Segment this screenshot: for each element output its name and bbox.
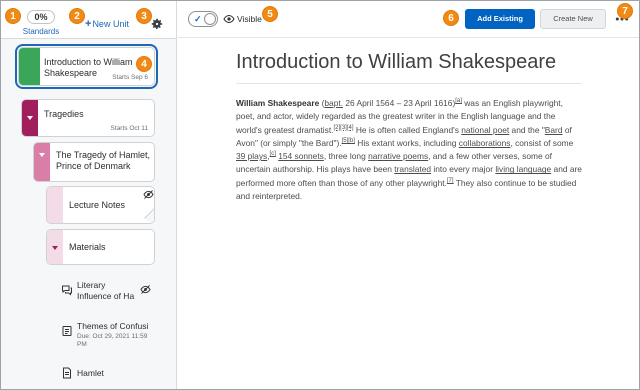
callout-marker: 1 (5, 8, 21, 24)
unit-card-date: Starts Sep 6 (112, 74, 148, 81)
text-run: into every major (431, 164, 496, 175)
lesson-card-title: The Tragedy of Hamlet, Prince of Denmark (56, 150, 151, 171)
ref-a[interactable]: [a] (455, 98, 462, 104)
link-translated[interactable]: translated (394, 164, 431, 174)
callout-marker: 4 (136, 56, 152, 72)
link-narrative-poems[interactable]: narrative poems (368, 151, 428, 161)
callout-marker: 5 (262, 6, 278, 22)
standards-button[interactable]: 0% Standards (19, 7, 63, 36)
callout-marker: 7 (617, 3, 633, 19)
content-panel: ✓ Visible Add Existing Create New Introd… (178, 1, 639, 389)
new-unit-label: New Unit (92, 19, 129, 29)
ref-5b[interactable]: [5][b] (342, 138, 355, 144)
gear-icon[interactable] (150, 17, 164, 31)
caret-down-icon[interactable] (52, 246, 58, 250)
check-icon: ✓ (194, 14, 202, 24)
ref-7[interactable]: [7] (447, 178, 454, 184)
link-154-sonnets[interactable]: 154 sonnets (278, 151, 324, 161)
folder-card-lecture-notes[interactable]: Lecture Notes (46, 186, 155, 224)
activity-link-themes[interactable]: Themes of Confusi (77, 321, 149, 332)
folder-color-stripe (47, 187, 63, 223)
text-run: His extant works, including (354, 137, 459, 148)
text-run: , consist of some (510, 137, 574, 148)
discussion-icon (62, 285, 72, 296)
create-new-button[interactable]: Create New (540, 9, 606, 29)
hidden-eye-icon (140, 285, 151, 294)
toggle-knob (204, 13, 216, 25)
assignment-icon (62, 326, 72, 336)
lesson-color-stripe (34, 143, 50, 181)
ref-c[interactable]: [c] (270, 151, 276, 157)
activity-link-hamlet[interactable]: Hamlet (77, 368, 104, 379)
unit-color-stripe (22, 100, 38, 136)
caret-down-icon[interactable] (27, 116, 33, 120)
link-collaborations[interactable]: collaborations (459, 138, 511, 148)
text-run: , three long (323, 151, 369, 162)
standards-label: Standards (22, 27, 60, 36)
ref-234[interactable]: [2][3][4] (333, 125, 353, 131)
unit-card-title: Tragedies (44, 109, 84, 119)
content-toolbar: ✓ Visible Add Existing Create New (178, 1, 639, 38)
lesson-card-hamlet[interactable]: The Tragedy of Hamlet, Prince of Denmark (33, 142, 155, 182)
callout-marker: 6 (443, 10, 459, 26)
unit-card-date: Starts Oct 11 (110, 125, 148, 132)
link-national-poet[interactable]: national poet (461, 125, 509, 135)
unit-description: William Shakespeare (bapt. 26 April 1564… (236, 97, 582, 203)
standards-percentage: 0% (27, 10, 55, 24)
bold-name: William Shakespeare (236, 98, 320, 108)
callout-marker: 2 (69, 8, 85, 24)
activity-link-literary-influence[interactable]: Literary Influence of Ha (77, 280, 135, 302)
title-divider (236, 83, 582, 84)
folder-card-title: Lecture Notes (69, 200, 126, 210)
new-unit-button[interactable]: +New Unit (85, 18, 129, 30)
plus-icon: + (85, 18, 92, 30)
callout-marker: 3 (136, 8, 152, 24)
unit-card-tragedies[interactable]: Tragedies Starts Oct 11 (21, 99, 155, 137)
link-39-plays[interactable]: 39 plays (236, 151, 267, 161)
folder-card-materials[interactable]: Materials (46, 229, 155, 265)
text-run: He is often called England's (353, 124, 462, 135)
link-bard[interactable]: Bard (545, 125, 563, 135)
text-run: and the " (509, 124, 545, 135)
folder-card-title: Materials (69, 242, 106, 252)
document-icon (63, 367, 71, 379)
link-bapt[interactable]: bapt. (324, 98, 343, 108)
folder-color-stripe (47, 230, 63, 264)
link-living-language[interactable]: living language (495, 164, 551, 174)
caret-down-icon[interactable] (39, 153, 45, 157)
hidden-eye-icon (143, 190, 154, 199)
unit-color-stripe (19, 48, 40, 85)
visibility-label: Visible (237, 14, 262, 24)
add-existing-button[interactable]: Add Existing (465, 9, 535, 29)
activity-due-date: Due: Oct 29, 2021 11:59 PM (77, 333, 148, 348)
page-title: Introduction to William Shakespeare (236, 51, 557, 73)
text-run: 26 April 1564 – 23 April 1616) (343, 98, 456, 108)
visibility-toggle[interactable]: ✓ (188, 11, 218, 27)
eye-icon (223, 14, 235, 24)
unit-card-intro[interactable]: Introduction to William Shakespeare Star… (18, 47, 155, 86)
